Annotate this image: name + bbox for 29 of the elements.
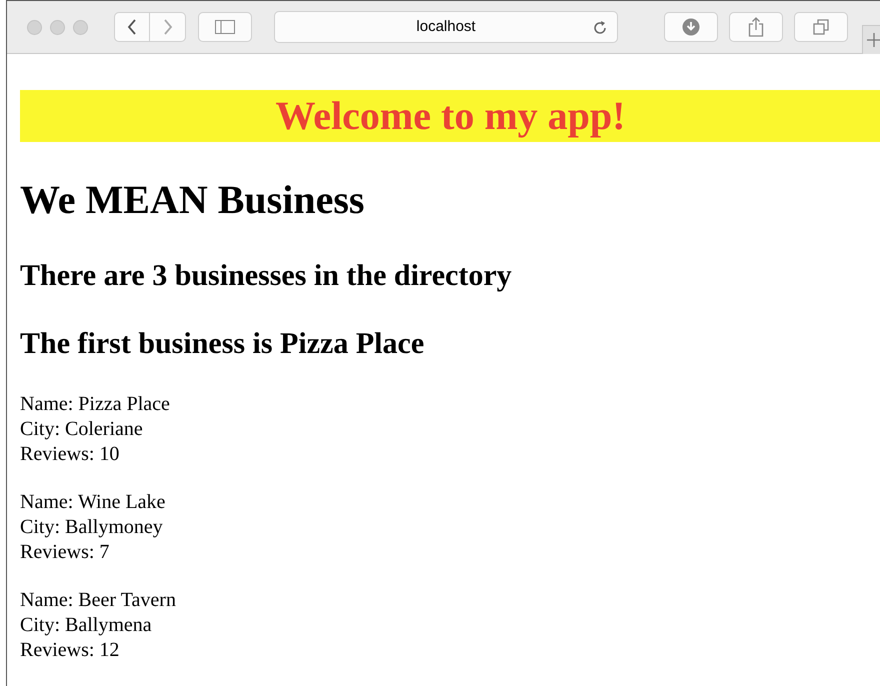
business-name: Name: Pizza Place [20, 392, 171, 417]
share-icon [748, 17, 764, 37]
business-city: City: Coleriane [20, 417, 144, 442]
url-text: localhost [416, 16, 476, 37]
back-button[interactable] [114, 12, 150, 42]
plus-icon [867, 33, 880, 47]
chevron-left-icon [127, 19, 137, 35]
chevron-right-icon [162, 19, 172, 35]
new-tab-button[interactable] [862, 25, 880, 54]
business-name: Name: Wine Lake [20, 490, 166, 515]
first-business-heading: The first business is Pizza Place [20, 329, 426, 359]
business-reviews: Reviews: 12 [20, 638, 120, 663]
count-heading: There are 3 businesses in the directory [20, 261, 513, 291]
address-bar[interactable]: localhost [274, 11, 618, 43]
business-city: City: Ballymoney [20, 515, 164, 540]
business-reviews: Reviews: 10 [20, 442, 120, 467]
tabs-icon [813, 19, 829, 35]
download-button[interactable] [664, 12, 718, 42]
business-name: Name: Beer Tavern [20, 588, 177, 613]
reload-icon[interactable] [592, 20, 608, 36]
business-reviews: Reviews: 7 [20, 540, 110, 565]
sidebar-icon [215, 20, 235, 34]
business-city: City: Ballymena [20, 613, 153, 638]
share-button[interactable] [729, 12, 783, 42]
tabs-button[interactable] [794, 12, 848, 42]
sidebar-button[interactable] [198, 12, 252, 42]
banner-title: Welcome to my app! [276, 96, 626, 136]
page-heading: We MEAN Business [20, 180, 366, 220]
download-icon [682, 18, 700, 36]
